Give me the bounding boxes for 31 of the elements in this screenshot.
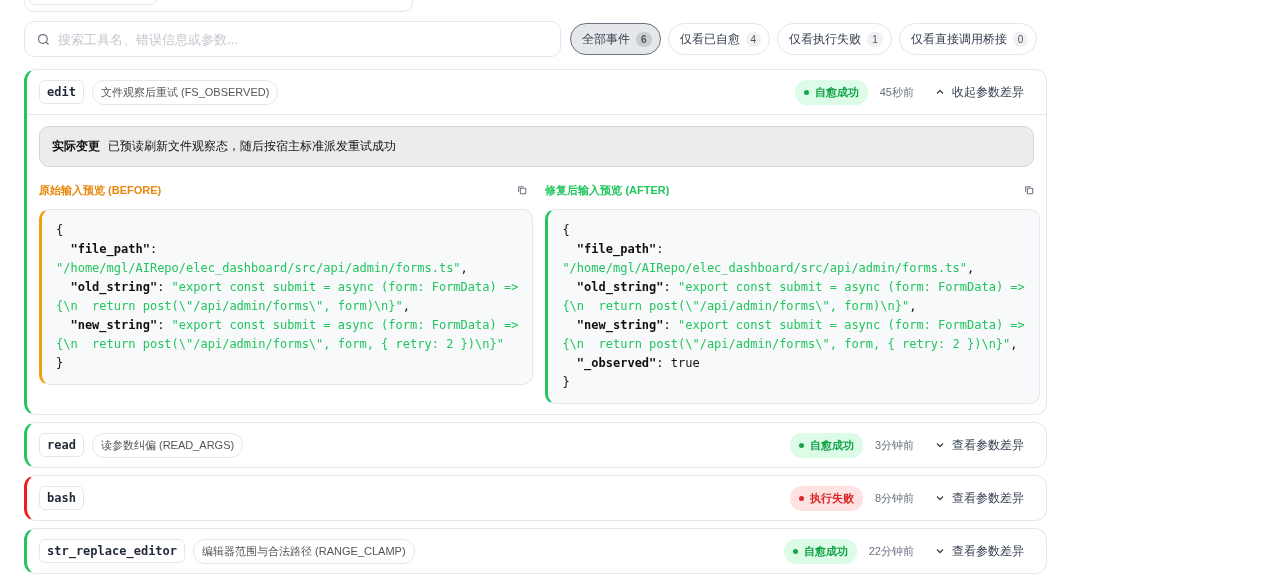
copy-icon[interactable]: [1023, 185, 1034, 195]
event-time: 45秒前: [879, 84, 914, 100]
status-badge: 执行失败: [789, 485, 863, 511]
code-block: { "file_path": "/home/mgl/AIRepo/elec_dashboard/src/api/admin/forms.ts", "old_string": "export const submit = async (form: FormData) => {\n return post(\"/api/admin/forms\", form)\n}", "new_string": "export const submit = async (form: FormData) => {\n return post(\"/api/admin/forms\", form, { retry: 2 })\n}", "_observed": true }: [545, 209, 1040, 404]
diff-toggle[interactable]: 查看参数差异: [934, 436, 1034, 454]
diff-toggle[interactable]: 收起参数差异: [934, 83, 1034, 101]
search-icon: [36, 32, 51, 47]
preview-title: 原始输入预览 (BEFORE): [39, 182, 162, 198]
strategy-tag: 读参数纠偏 (READ_ARGS): [91, 432, 244, 458]
change-note: 实际变更 已预读刷新文件观察态，随后按宿主标准派发重试成功: [39, 126, 1034, 167]
filter-tab[interactable]: 全部事件 6: [570, 23, 661, 55]
preview-title: 修复后输入预览 (AFTER): [545, 182, 670, 198]
code-block: { "file_path": "/home/mgl/AIRepo/elec_dashboard/src/api/admin/forms.ts", "old_string": "export const submit = async (form: FormData) => {\n return post(\"/api/admin/forms\", form)\n}", "new_string": "export const submit = async (form: FormData) => {\n return post(\"/api/admin/forms\", form, { retry: 2 })\n}" }: [39, 209, 534, 385]
status-badge: 自愈成功: [783, 538, 857, 564]
strategy-tag: 编辑器范围与合法路径 (RANGE_CLAMP): [193, 538, 415, 564]
status-badge: 自愈成功: [789, 432, 863, 458]
tool-name: edit: [39, 80, 84, 104]
copy-icon[interactable]: [517, 185, 528, 195]
strategy-tag: 文件观察后重试 (FS_OBSERVED): [91, 79, 279, 105]
event-time: 8分钟前: [874, 490, 914, 506]
status-badge: 自愈成功: [794, 79, 868, 105]
tool-name: str_replace_editor: [39, 539, 186, 563]
filter-tab[interactable]: 仅看直接调用桥接 0: [898, 23, 1038, 55]
filter-tab[interactable]: 仅看执行失败 1: [777, 23, 892, 55]
tool-name: read: [39, 433, 84, 457]
filter-tab[interactable]: 仅看已自愈 4: [667, 23, 771, 55]
diff-toggle[interactable]: 查看参数差异: [934, 489, 1034, 507]
tool-name: bash: [39, 486, 84, 510]
diff-toggle[interactable]: 查看参数差异: [934, 542, 1034, 560]
event-time: 3分钟前: [874, 437, 914, 453]
event-time: 22分钟前: [868, 543, 914, 559]
